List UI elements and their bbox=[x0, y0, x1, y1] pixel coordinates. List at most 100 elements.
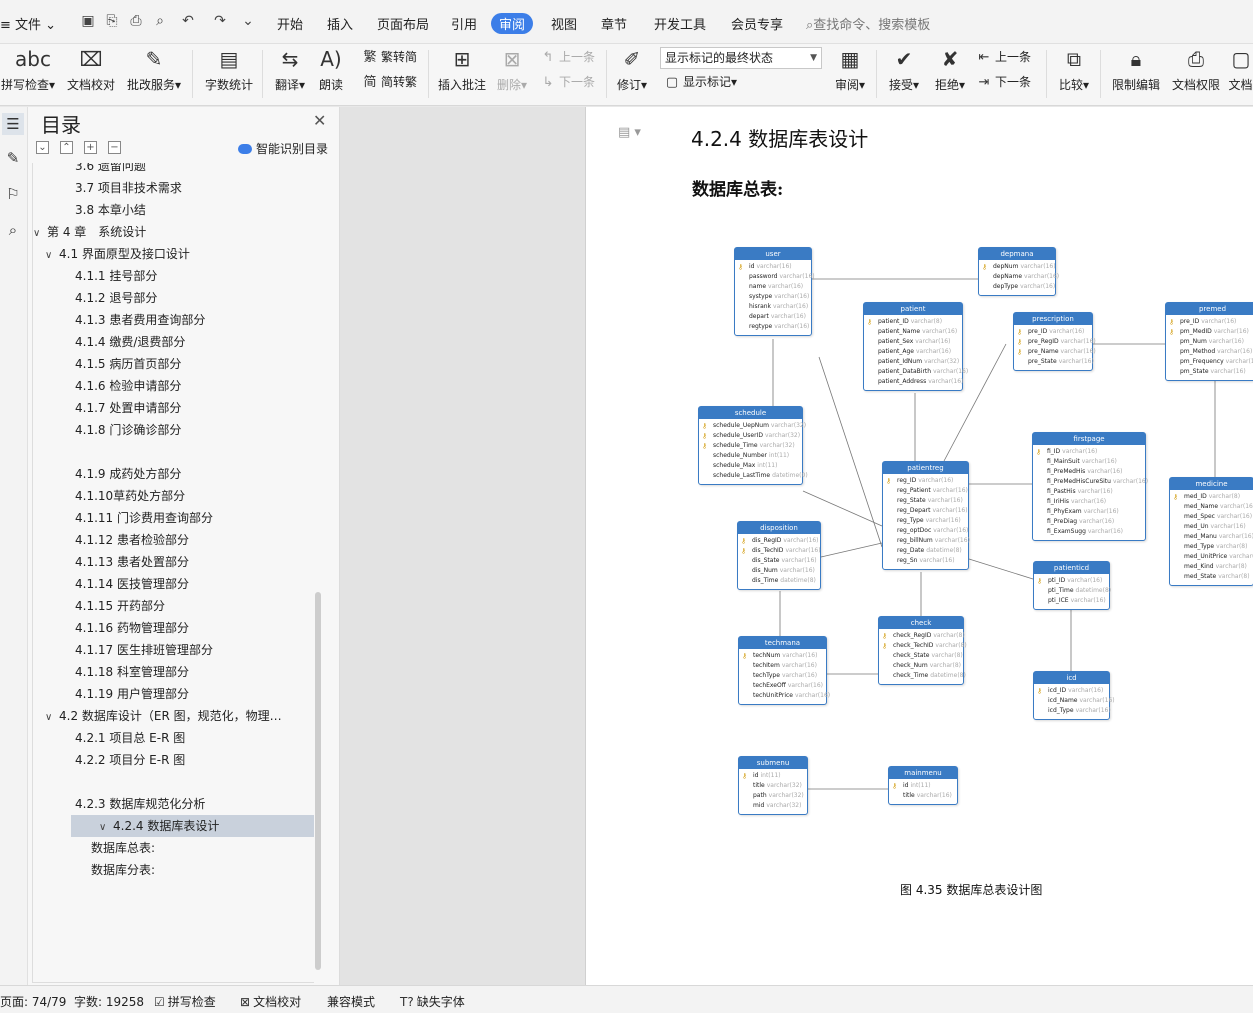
print-icon[interactable]: ⎙ bbox=[128, 13, 144, 29]
smart-toc-button[interactable]: 智能识别目录 bbox=[238, 140, 328, 157]
toc-item[interactable]: 4.1.11 门诊费用查询部分 bbox=[33, 507, 314, 529]
print-preview-icon[interactable]: ⌕ bbox=[152, 13, 168, 29]
trad-to-simp-button[interactable]: 繁繁转简 bbox=[362, 47, 417, 67]
edit-pane-icon[interactable]: ✎ bbox=[2, 147, 24, 169]
toc-scrollbar[interactable] bbox=[315, 592, 321, 970]
tab-home[interactable]: 开始 bbox=[277, 14, 303, 33]
word-count[interactable]: 字数: 19258 bbox=[74, 993, 144, 1010]
tab-review[interactable]: 审阅 bbox=[491, 13, 534, 34]
toc-item[interactable]: 4.1.5 病历首页部分 bbox=[33, 353, 314, 375]
status-spellcheck[interactable]: ☑ 拼写检查 bbox=[154, 993, 216, 1010]
undo-icon[interactable]: ↶ bbox=[180, 13, 196, 29]
tab-view[interactable]: 视图 bbox=[551, 14, 577, 33]
quick-access-dropdown-icon[interactable]: ⌄ bbox=[240, 13, 256, 29]
document-page[interactable]: ▤ ▾ 4.2.4 数据库表设计 数据库总表: user ⚷ id varchar(1… bbox=[585, 107, 1253, 985]
toc-item[interactable]: 3.8 本章小结 bbox=[33, 199, 314, 221]
missing-font[interactable]: T? 缺失字体 bbox=[400, 993, 465, 1010]
spellcheck-button[interactable]: abc 拼写检查▾ bbox=[0, 44, 56, 104]
prev-change-button[interactable]: ⇤ 上一条 bbox=[976, 47, 1031, 67]
command-search[interactable]: ⌕查找命令、搜索模板 bbox=[806, 14, 930, 33]
toc-item[interactable]: 3.6 遗留问题 bbox=[33, 163, 314, 177]
word-count-button[interactable]: ▤ 字数统计 bbox=[202, 44, 256, 104]
search-icon[interactable]: ⌕ bbox=[2, 219, 24, 241]
bookmark-icon[interactable]: ⚐ bbox=[2, 183, 24, 205]
expand-all-icon[interactable]: ⌄ bbox=[36, 141, 49, 154]
toc-item[interactable]: 4.2.3 数据库规范化分析 bbox=[33, 793, 314, 815]
toc-item[interactable]: 4.1.19 用户管理部分 bbox=[33, 683, 314, 705]
simp-to-trad-button[interactable]: 简简转繁 bbox=[362, 72, 417, 92]
toc-item[interactable]: 4.1.6 检验申请部分 bbox=[33, 375, 314, 397]
page-count[interactable]: 页面: 74/79 bbox=[0, 993, 66, 1010]
next-comment-button[interactable]: ↳ 下一条 bbox=[540, 72, 595, 92]
toc-item[interactable]: ∨ 4.1 界面原型及接口设计 bbox=[33, 243, 314, 265]
tab-references[interactable]: 引用 bbox=[451, 14, 477, 33]
track-changes-button[interactable]: ✐ 修订▾ bbox=[612, 44, 652, 104]
toc-item[interactable]: 4.1.13 患者处置部分 bbox=[33, 551, 314, 573]
translate-button[interactable]: ⇆ 翻译▾ bbox=[270, 44, 310, 104]
redo-icon[interactable]: ↷ bbox=[212, 13, 228, 29]
toc-item[interactable]: 3.7 项目非技术需求 bbox=[33, 177, 314, 199]
toc-item[interactable]: 4.2.1 项目总 E-R 图 bbox=[33, 727, 314, 749]
close-icon[interactable]: ✕ bbox=[313, 111, 326, 130]
tab-developer[interactable]: 开发工具 bbox=[654, 14, 706, 33]
chevron-down-icon[interactable]: ∨ bbox=[99, 817, 113, 837]
next-change-button[interactable]: ⇥ 下一条 bbox=[976, 72, 1031, 92]
chevron-down-icon[interactable]: ∨ bbox=[45, 245, 59, 265]
accept-button[interactable]: ✔ 接受▾ bbox=[884, 44, 924, 104]
show-markup-button[interactable]: ▢ 显示标记▾ bbox=[664, 72, 737, 92]
file-menu[interactable]: ≡ 文件 ⌄ bbox=[0, 14, 56, 33]
tab-page-layout[interactable]: 页面布局 bbox=[377, 14, 429, 33]
toc-item[interactable] bbox=[33, 441, 314, 463]
prev-comment-button[interactable]: ↰ 上一条 bbox=[540, 47, 595, 67]
export-icon[interactable]: ⎘ bbox=[104, 13, 120, 29]
doc-more-button[interactable]: ▢ 文档 bbox=[1228, 44, 1253, 104]
er-table-header: mainmenu bbox=[889, 767, 957, 779]
toc-item[interactable]: 4.1.1 挂号部分 bbox=[33, 265, 314, 287]
toc-item[interactable]: ∨ 第 4 章 系统设计 bbox=[33, 221, 314, 243]
review-pane-button[interactable]: ▦ 审阅▾ bbox=[830, 44, 870, 104]
chevron-down-icon[interactable]: ∨ bbox=[33, 223, 47, 243]
toc-item[interactable]: ∨ 4.2.4 数据库表设计 bbox=[71, 815, 314, 837]
delete-comment-button[interactable]: ⊠ 删除▾ bbox=[494, 44, 530, 104]
toc-item[interactable]: 4.1.17 医生排班管理部分 bbox=[33, 639, 314, 661]
doc-proof-button[interactable]: ⌧ 文档校对 bbox=[64, 44, 118, 104]
toc-item[interactable]: 数据库总表: bbox=[33, 837, 314, 859]
tab-chapter[interactable]: 章节 bbox=[601, 14, 627, 33]
collapse-all-icon[interactable]: ⌃ bbox=[60, 141, 73, 154]
toc-item[interactable]: ∨ 4.2 数据库设计（ER 图，规范化，物理… bbox=[33, 705, 314, 727]
toc-item[interactable]: 4.1.14 医技管理部分 bbox=[33, 573, 314, 595]
toc-item[interactable]: 4.1.3 患者费用查询部分 bbox=[33, 309, 314, 331]
display-mode-select[interactable]: 显示标记的最终状态 ▼ bbox=[660, 47, 822, 69]
toc-item[interactable]: 4.1.4 缴费/退费部分 bbox=[33, 331, 314, 353]
toc-item[interactable]: 4.1.9 成药处方部分 bbox=[33, 463, 314, 485]
toc-item[interactable]: 4.1.8 门诊确诊部分 bbox=[33, 419, 314, 441]
insert-comment-button[interactable]: ⊞ 插入批注 bbox=[436, 44, 488, 104]
toc-item[interactable]: 4.2.2 项目分 E-R 图 bbox=[33, 749, 314, 771]
er-field: depType varchar(16) bbox=[979, 282, 1055, 292]
toc-item[interactable]: 4.1.15 开药部分 bbox=[33, 595, 314, 617]
save-icon[interactable]: ▣ bbox=[80, 13, 96, 29]
reject-button[interactable]: ✘ 拒绝▾ bbox=[930, 44, 970, 104]
toc-item[interactable] bbox=[33, 771, 314, 793]
compare-button[interactable]: ⧉ 比较▾ bbox=[1054, 44, 1094, 104]
toc-item[interactable]: 4.1.16 药物管理部分 bbox=[33, 617, 314, 639]
toc-item[interactable]: 4.1.12 患者检验部分 bbox=[33, 529, 314, 551]
status-proof[interactable]: ⊠ 文档校对 bbox=[240, 993, 301, 1010]
toc-item[interactable]: 4.1.18 科室管理部分 bbox=[33, 661, 314, 683]
restrict-edit-button[interactable]: 🔒︎ 限制编辑 bbox=[1108, 44, 1164, 104]
batch-service-button[interactable]: ✎ 批改服务▾ bbox=[124, 44, 184, 104]
toc-item[interactable]: 数据库分表: bbox=[33, 859, 314, 881]
toc-item[interactable]: 4.1.10草药处方部分 bbox=[33, 485, 314, 507]
tab-insert[interactable]: 插入 bbox=[327, 14, 353, 33]
toc-pane-icon[interactable]: ☰ bbox=[2, 113, 24, 135]
add-heading-icon[interactable]: + bbox=[84, 141, 97, 154]
er-table-patient: patient ⚷ patient_ID varchar(8) patient_Name… bbox=[863, 302, 968, 391]
chevron-down-icon[interactable]: ∨ bbox=[45, 707, 59, 727]
toc-item[interactable]: 4.1.2 退号部分 bbox=[33, 287, 314, 309]
doc-rights-button[interactable]: ⎙ 文档权限 bbox=[1168, 44, 1224, 104]
tab-member[interactable]: 会员专享 bbox=[731, 14, 783, 33]
read-aloud-button[interactable]: A) 朗读 bbox=[314, 44, 348, 104]
toc-item[interactable]: 4.1.7 处置申请部分 bbox=[33, 397, 314, 419]
er-field-type: varchar(16) bbox=[916, 792, 952, 799]
remove-heading-icon[interactable]: − bbox=[108, 141, 121, 154]
